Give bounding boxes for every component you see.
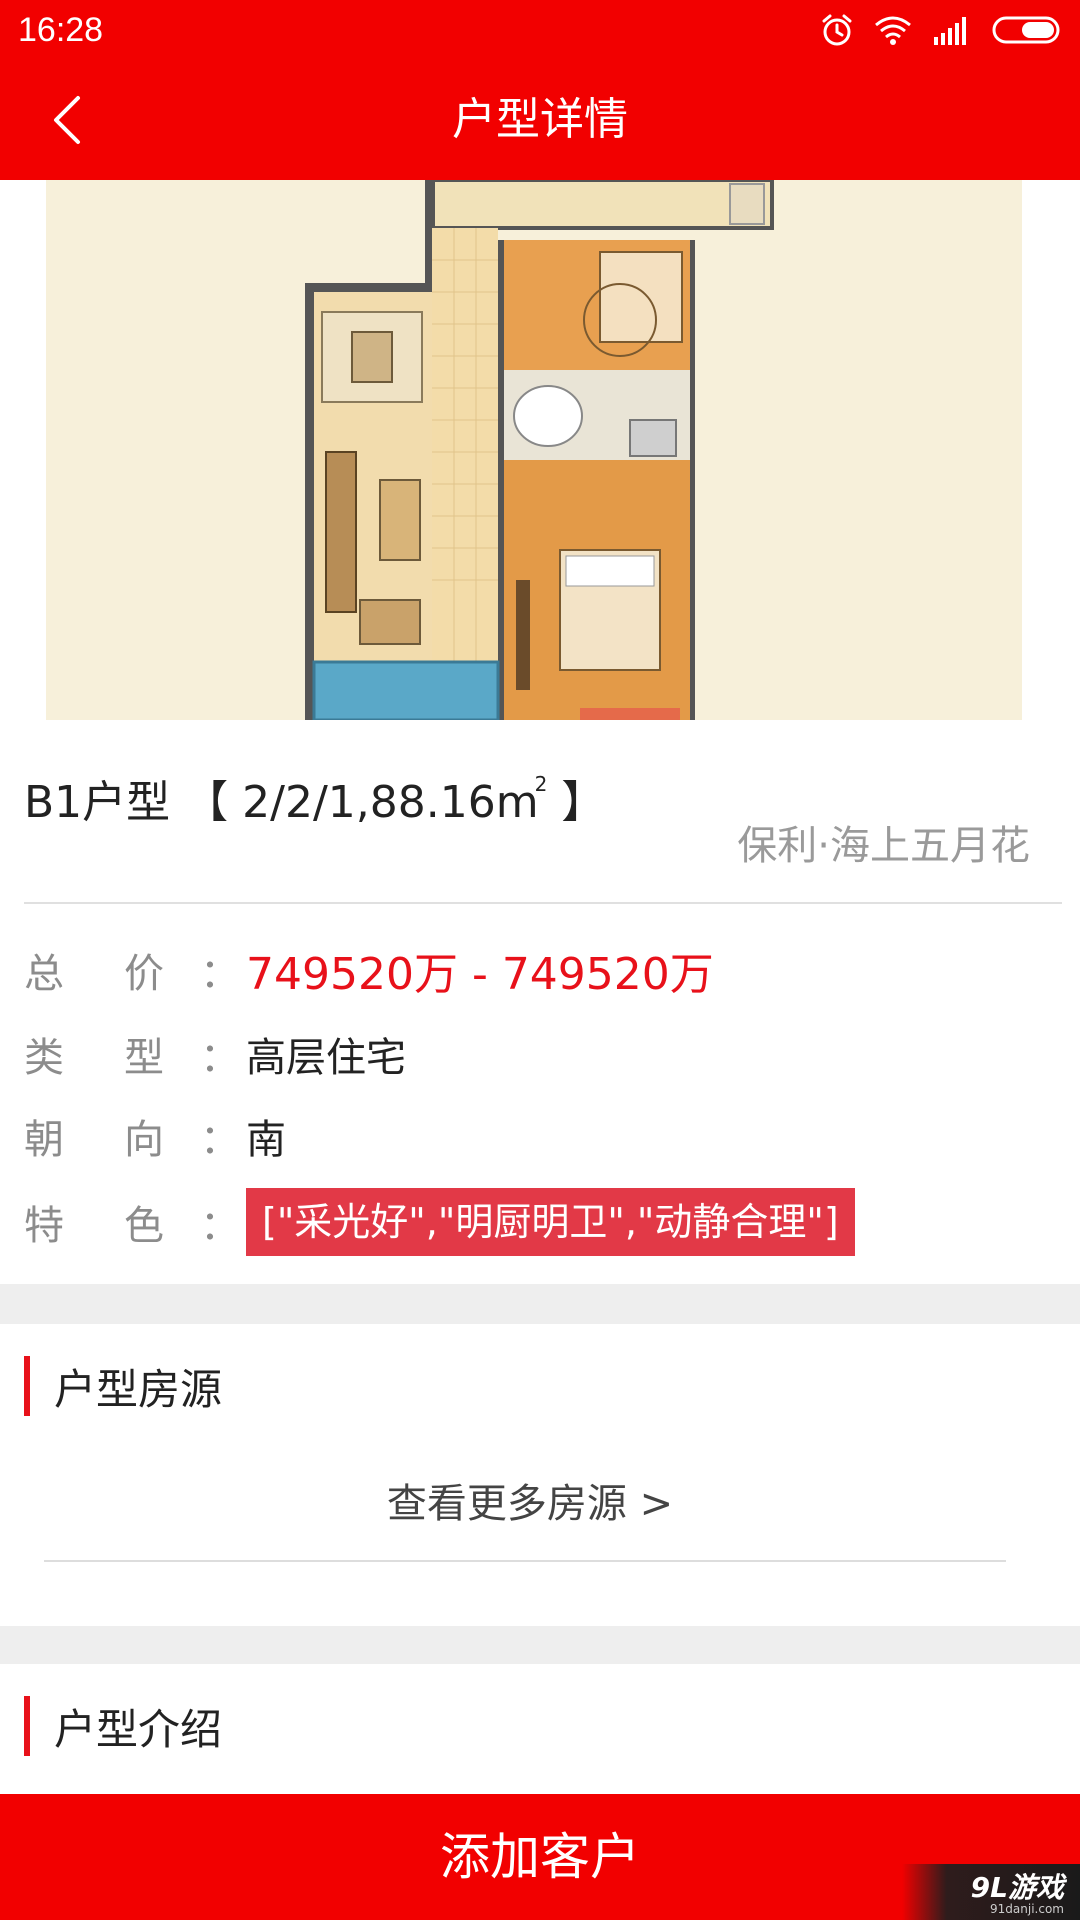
features-tag: ["采光好","明厨明卫","动静合理"] — [246, 1188, 855, 1256]
intro-section-header: 户型介绍 — [24, 1696, 222, 1756]
watermark-logo: 9L游戏 91danji.com — [902, 1864, 1080, 1920]
features-label-b: 色 — [124, 1203, 164, 1249]
features-colon: ： — [200, 1203, 240, 1249]
section-accent-bar — [24, 1696, 30, 1756]
intro-section-title: 户型介绍 — [54, 1704, 223, 1754]
section-separator — [0, 1284, 1080, 1324]
price-label-b: 价 — [124, 951, 164, 997]
price-value: 749520万 - 749520万 — [246, 949, 714, 1000]
type-row: 类 型 ： 高层住宅 — [24, 1018, 1056, 1090]
view-more-listings-link[interactable]: 查看更多房源 > — [0, 1474, 1060, 1534]
listings-section-header: 户型房源 — [24, 1356, 222, 1416]
back-button[interactable] — [30, 86, 106, 154]
chevron-left-icon — [54, 96, 80, 144]
status-icons — [820, 12, 1064, 48]
orientation-label-b: 向 — [124, 1117, 164, 1163]
section-separator — [0, 1626, 1080, 1664]
orientation-colon: ： — [200, 1117, 240, 1163]
unit-title: B1户型 【 2/2/1,88.16m2 】 — [24, 752, 605, 835]
features-label-a: 特 — [24, 1203, 64, 1249]
watermark-main: 9L游戏 — [970, 1871, 1064, 1904]
features-row: 特 色 ： ["采光好","明厨明卫","动静合理"] — [24, 1186, 1056, 1258]
section-accent-bar — [24, 1356, 30, 1416]
type-label-a: 类 — [24, 1035, 64, 1081]
unit-title-end: 】 — [547, 777, 606, 828]
status-time: 16:28 — [18, 11, 104, 49]
orientation-value: 南 — [246, 1117, 286, 1163]
battery-icon — [992, 15, 1064, 45]
wifi-icon — [874, 15, 912, 45]
type-value: 高层住宅 — [246, 1035, 406, 1081]
orientation-label-a: 朝 — [24, 1117, 64, 1163]
watermark-sub: 91danji.com — [990, 1902, 1064, 1916]
listings-section-title: 户型房源 — [54, 1364, 223, 1414]
app-header: 户型详情 — [0, 60, 1080, 180]
status-bar: 16:28 — [0, 0, 1080, 60]
price-row: 总 价 ： 749520万 - 749520万 — [24, 934, 1056, 1006]
page-title: 户型详情 — [452, 94, 628, 145]
project-name: 保利·海上五月花 — [737, 823, 1030, 869]
type-colon: ： — [200, 1035, 240, 1081]
floorplan-image[interactable] — [0, 180, 1080, 720]
type-label-b: 型 — [124, 1035, 164, 1081]
orientation-row: 朝 向 ： 南 — [24, 1100, 1056, 1172]
divider — [24, 902, 1062, 904]
alarm-icon — [820, 13, 854, 47]
divider — [44, 1560, 1006, 1562]
signal-icon — [932, 15, 972, 45]
unit-area-superscript: 2 — [534, 772, 548, 796]
price-label-a: 总 — [24, 951, 64, 997]
price-colon: ： — [200, 951, 240, 997]
unit-title-text: B1户型 【 2/2/1,88.16m — [24, 777, 539, 828]
